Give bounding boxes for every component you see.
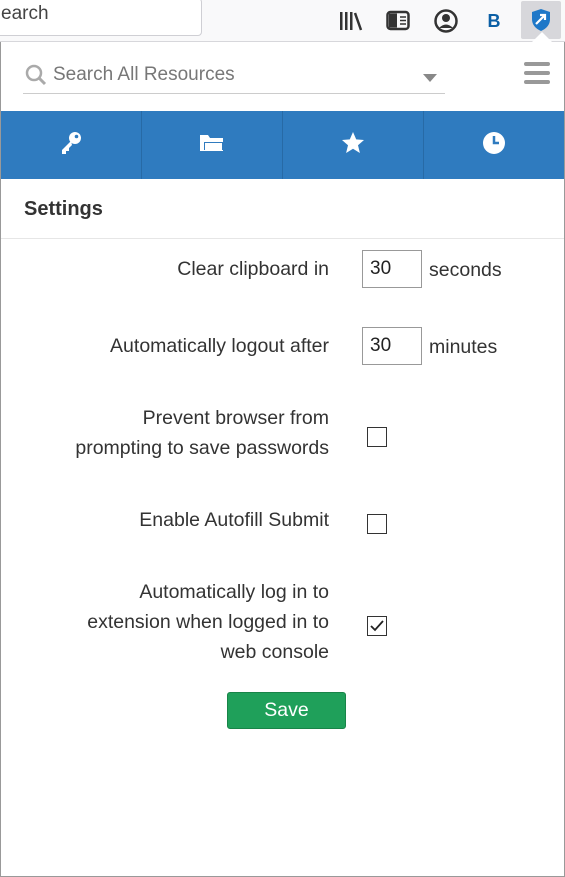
clear-clipboard-label: Clear clipboard in <box>177 258 329 280</box>
search-input[interactable] <box>53 60 413 90</box>
search-icon <box>25 64 47 91</box>
auto-logout-input[interactable] <box>362 327 422 365</box>
auto-logout-unit: minutes <box>429 336 498 358</box>
auto-login-label-line3: web console <box>220 641 329 663</box>
clear-clipboard-unit: seconds <box>429 259 502 281</box>
reader-view-icon[interactable] <box>383 6 413 36</box>
auto-login-label-line2: extension when logged in to <box>87 611 329 633</box>
extension-popup: Settings Clear clipboard in seconds Auto… <box>0 42 565 877</box>
auto-logout-label: Automatically logout after <box>110 335 329 357</box>
autofill-submit-label: Enable Autofill Submit <box>139 509 329 531</box>
key-icon <box>58 130 84 161</box>
prevent-prompt-label-line1: Prevent browser from <box>142 407 329 429</box>
divider <box>1 238 564 239</box>
save-button[interactable]: Save <box>227 692 346 729</box>
prevent-prompt-label: Prevent browser from prompting to save p… <box>75 403 329 463</box>
auto-login-label: Automatically log in to extension when l… <box>87 577 329 667</box>
auto-login-label-line1: Automatically log in to <box>139 581 329 603</box>
tab-folders[interactable] <box>142 111 283 179</box>
url-bar[interactable]: earch <box>0 0 202 36</box>
folder-icon <box>198 131 226 160</box>
clock-icon <box>481 130 507 161</box>
tab-passwords[interactable] <box>1 111 142 179</box>
account-icon[interactable] <box>431 6 461 36</box>
tab-bar <box>1 111 564 179</box>
browser-toolbar: earch B <box>0 0 565 42</box>
prevent-prompt-checkbox[interactable] <box>367 427 387 447</box>
library-icon[interactable] <box>336 6 366 36</box>
star-icon <box>340 130 366 161</box>
hamburger-menu-icon[interactable] <box>524 62 550 86</box>
autofill-submit-checkbox[interactable] <box>367 514 387 534</box>
popup-arrow <box>532 32 552 42</box>
search-bar <box>23 60 445 94</box>
bold-b-icon[interactable]: B <box>479 6 509 36</box>
tab-favorites[interactable] <box>283 111 424 179</box>
chevron-down-icon[interactable] <box>423 74 437 82</box>
checkmark-icon <box>370 620 384 632</box>
auto-login-checkbox[interactable] <box>367 616 387 636</box>
prevent-prompt-label-line2: prompting to save passwords <box>75 437 329 459</box>
tab-recent[interactable] <box>424 111 564 179</box>
clear-clipboard-input[interactable] <box>362 250 422 288</box>
page-title: Settings <box>24 198 103 220</box>
